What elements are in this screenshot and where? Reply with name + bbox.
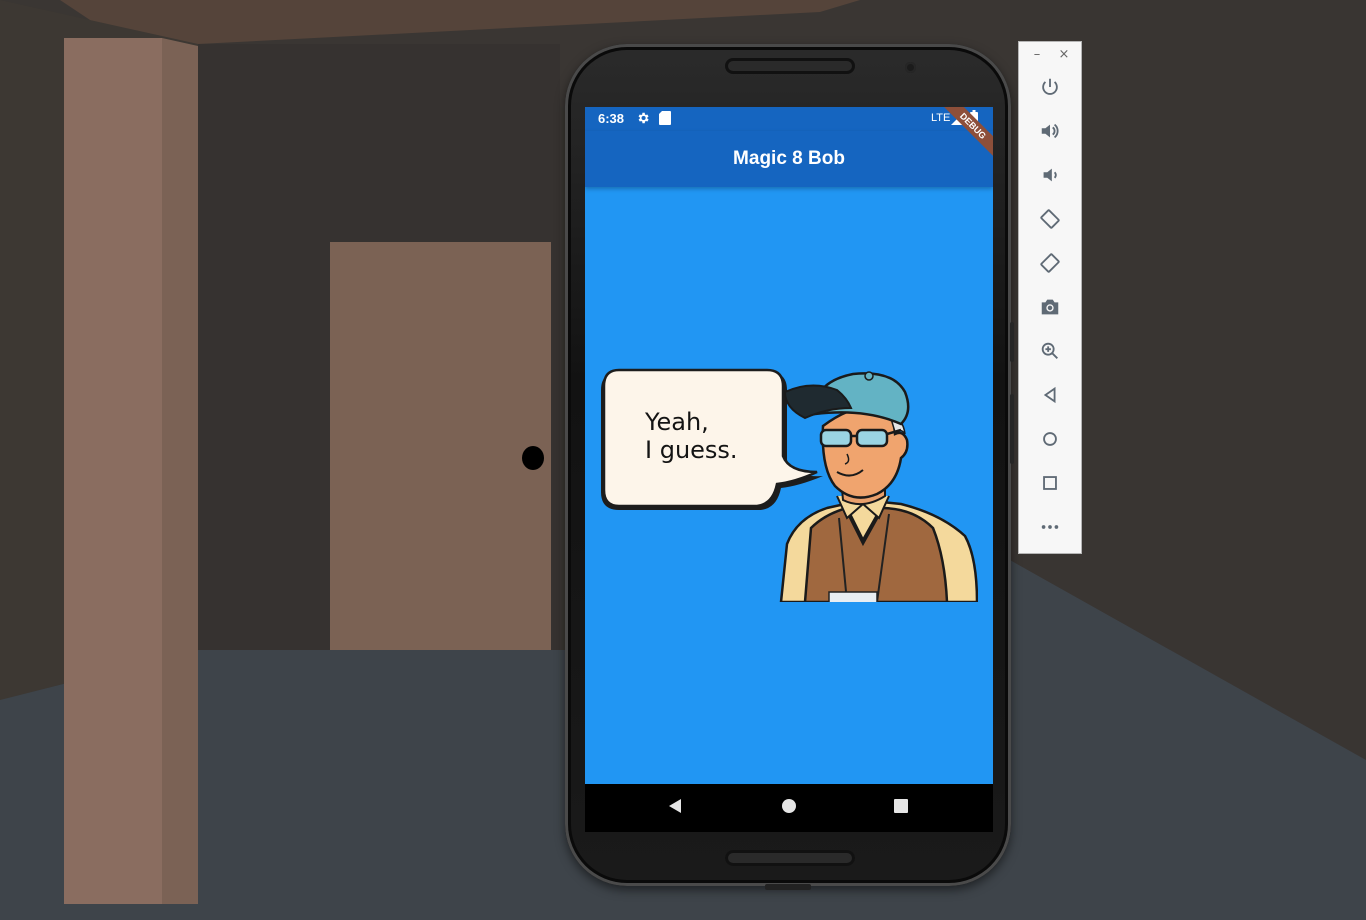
network-label: LTE (931, 112, 951, 124)
more-button[interactable] (1036, 515, 1064, 543)
home-icon (1039, 428, 1061, 454)
app-screen: 6:38 LTE Magic 8 Bob DEBUG Yeah, I guess… (585, 107, 993, 784)
back-icon (667, 798, 683, 818)
side-button (1010, 394, 1014, 464)
zoom-icon (1039, 340, 1061, 366)
zoom-button[interactable] (1036, 339, 1064, 367)
more-icon (1039, 516, 1061, 542)
status-bar: 6:38 LTE (585, 107, 993, 131)
rotate-left-button[interactable] (1036, 207, 1064, 235)
volume-down-button[interactable] (1036, 163, 1064, 191)
rotate-right-icon (1039, 252, 1061, 278)
usb-port (765, 884, 811, 890)
camera-icon (1039, 296, 1061, 322)
earpiece-speaker (725, 58, 855, 74)
home-icon (781, 798, 797, 818)
power-icon (1039, 76, 1061, 102)
nav-back-button[interactable] (663, 796, 687, 820)
navigation-bar (585, 784, 993, 832)
minimize-icon[interactable]: – (1030, 48, 1044, 62)
back-button[interactable] (1036, 383, 1064, 411)
magic-bob-image[interactable]: Yeah, I guess. (601, 368, 979, 605)
sd-card-icon (659, 111, 671, 129)
front-camera (905, 62, 916, 73)
recents-icon (893, 798, 909, 818)
power-button[interactable] (1036, 75, 1064, 103)
home-button[interactable] (1036, 427, 1064, 455)
back-icon (1039, 384, 1061, 410)
nav-home-button[interactable] (777, 796, 801, 820)
close-icon[interactable]: × (1057, 48, 1071, 62)
screenshot-button[interactable] (1036, 295, 1064, 323)
volume-down-icon (1039, 164, 1061, 190)
emulator-toolbar: – × (1018, 41, 1082, 554)
volume-up-icon (1039, 120, 1061, 146)
volume-up-button[interactable] (1036, 119, 1064, 147)
app-bar: Magic 8 Bob (585, 131, 993, 187)
rotate-left-icon (1039, 208, 1061, 234)
speech-bubble-text: Yeah, I guess. (645, 408, 738, 464)
rotate-right-button[interactable] (1036, 251, 1064, 279)
overview-button[interactable] (1036, 471, 1064, 499)
side-button (1010, 322, 1014, 362)
phone-device: 6:38 LTE Magic 8 Bob DEBUG Yeah, I guess… (565, 44, 1014, 890)
settings-icon (636, 111, 650, 129)
bottom-speaker (725, 850, 855, 866)
app-title: Magic 8 Bob (733, 148, 845, 169)
status-time: 6:38 (598, 111, 625, 126)
toolbar-window-controls: – × (1019, 42, 1081, 70)
bob-illustration (601, 368, 979, 605)
nav-recents-button[interactable] (889, 796, 913, 820)
overview-icon (1039, 472, 1061, 498)
